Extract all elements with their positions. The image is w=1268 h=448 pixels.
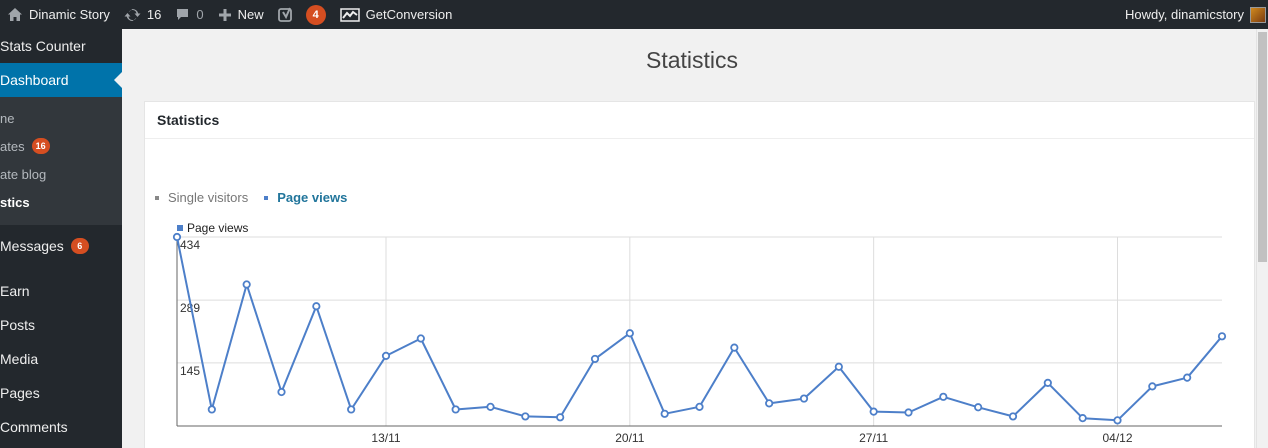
y-tick-label: 434 (180, 238, 200, 252)
scrollbar-thumb[interactable] (1258, 32, 1267, 262)
data-point (765, 399, 774, 408)
data-point (974, 403, 983, 412)
data-point (590, 354, 600, 364)
data-point (381, 351, 391, 360)
x-tick-label: 27/11 (859, 431, 888, 445)
legend-swatch (177, 225, 183, 231)
data-point (1183, 373, 1192, 382)
data-point (416, 334, 425, 343)
data-point (277, 387, 286, 397)
x-tick-label: 04/12 (1102, 431, 1132, 445)
data-point (1043, 378, 1052, 387)
y-tick-label: 145 (180, 364, 200, 378)
data-point (834, 362, 843, 371)
data-point (207, 405, 216, 414)
x-tick-label: 20/11 (615, 431, 644, 445)
data-point (1008, 412, 1018, 421)
data-point (347, 405, 356, 414)
page-views-chart: 43428914513/11 20/11 27/11 04/12Page views (172, 221, 1227, 445)
data-point (625, 329, 634, 338)
x-tick-label: 13/11 (371, 431, 400, 445)
data-point (695, 402, 704, 411)
data-point (904, 408, 913, 417)
data-point (939, 392, 948, 401)
data-point (1113, 416, 1122, 425)
data-point (660, 409, 669, 418)
data-point (172, 232, 182, 242)
data-point (730, 343, 739, 352)
data-point (799, 394, 809, 403)
series-line-page-views (176, 236, 1223, 422)
data-point (556, 413, 565, 422)
data-point (486, 402, 495, 411)
page-scrollbar[interactable] (1256, 29, 1268, 448)
data-point (312, 302, 321, 311)
legend-label: Page views (187, 221, 248, 235)
data-point (1148, 382, 1157, 391)
data-point (1078, 414, 1087, 423)
data-point (1217, 332, 1227, 341)
data-point (451, 405, 460, 414)
data-point (869, 407, 878, 416)
data-point (521, 412, 530, 421)
data-point (242, 280, 251, 289)
